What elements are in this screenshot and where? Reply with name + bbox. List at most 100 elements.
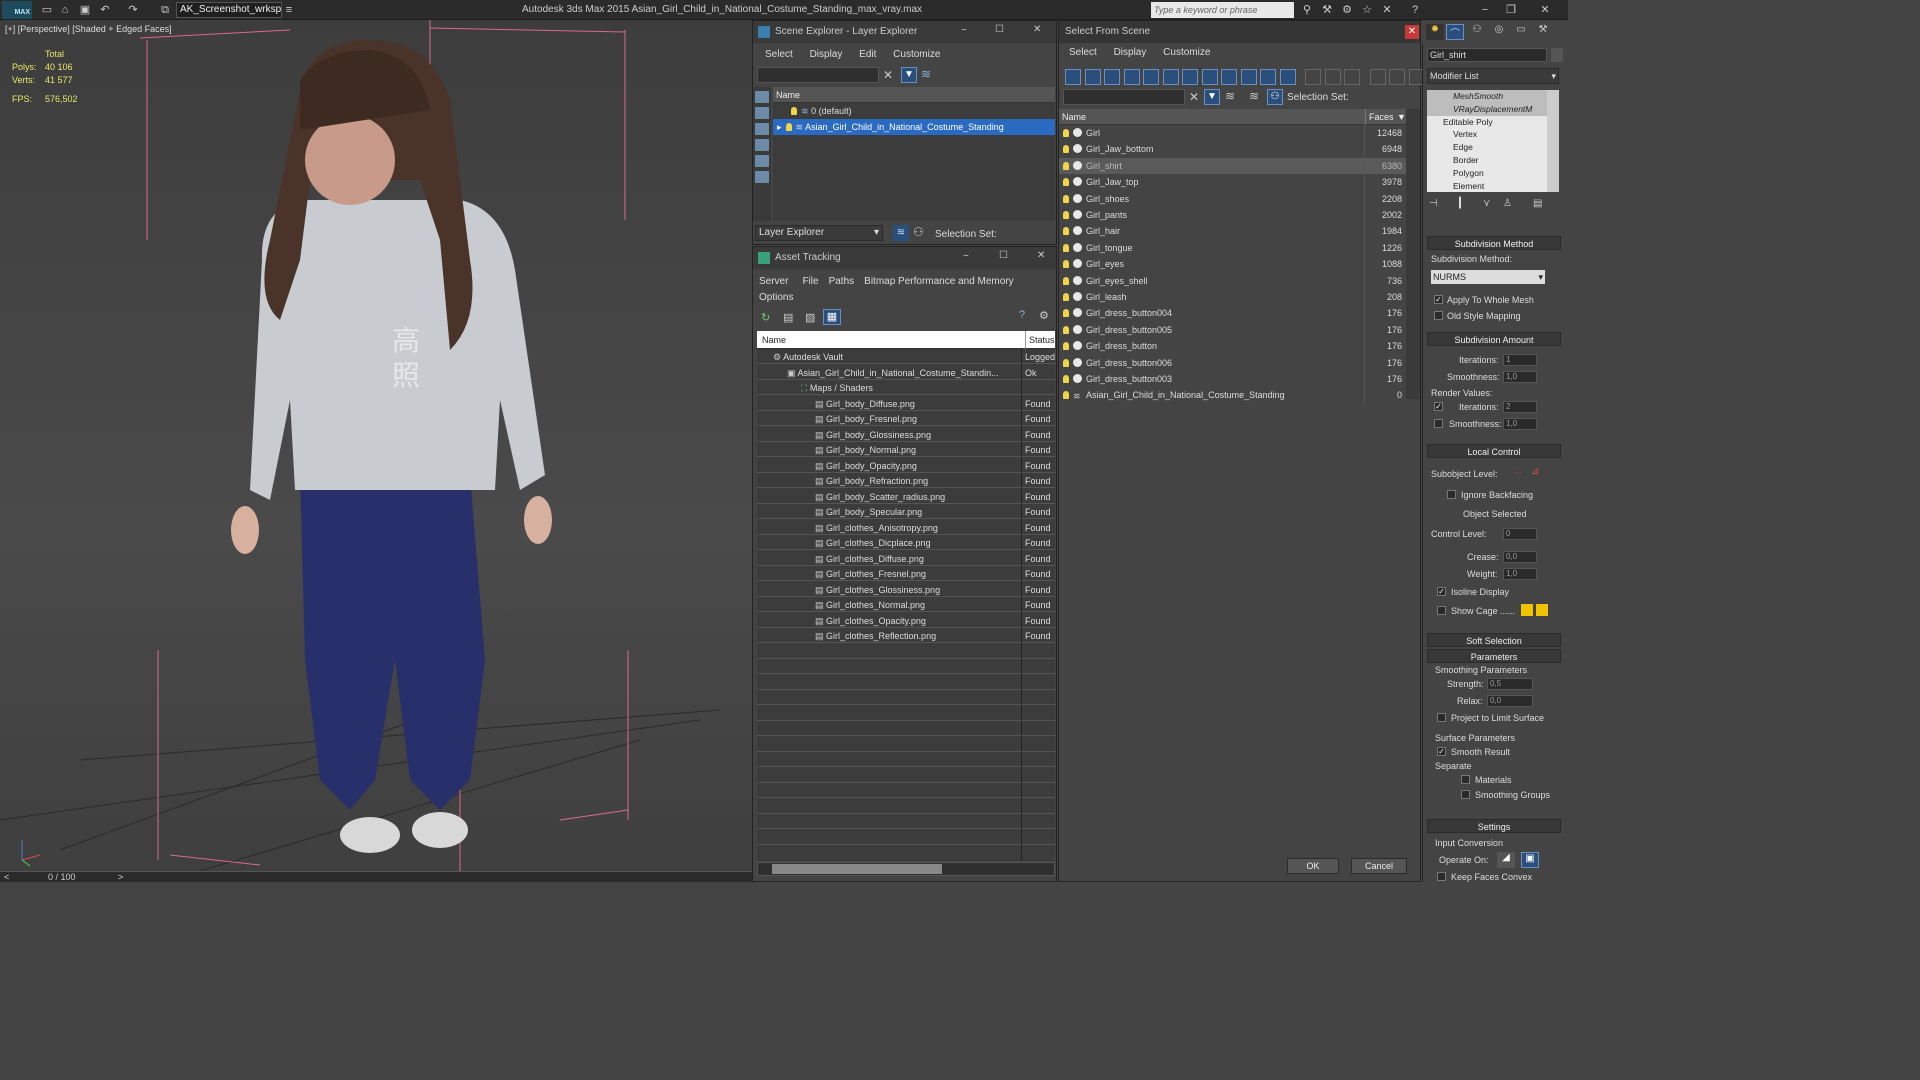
object-row[interactable]: Girl_pants 2002 (1059, 207, 1406, 223)
expand-arrow-icon[interactable]: ▸ (777, 122, 782, 132)
display-geometry-icon[interactable] (1065, 69, 1081, 85)
asset-row[interactable]: ▤ Girl_body_Normal.png Found (757, 442, 1055, 457)
favorites-star-icon[interactable]: ☆ (1360, 3, 1374, 17)
select-search-input[interactable] (1063, 89, 1185, 105)
object-row[interactable]: Girl 12468 (1059, 125, 1406, 141)
strength-spinner[interactable]: 0,5 (1487, 678, 1533, 690)
menu-customize[interactable]: Customize (1163, 47, 1210, 58)
vertex-subobject-icon[interactable]: ∴ (1515, 466, 1521, 477)
layer-visibility-icon[interactable] (785, 123, 792, 131)
time-prev-button[interactable]: < (4, 872, 9, 882)
display-containers-icon[interactable] (1240, 69, 1257, 85)
asset-tracking-minimize-icon[interactable]: − (963, 251, 969, 262)
clear-filter-icon[interactable]: ✕ (883, 68, 893, 82)
parameters-rollout[interactable]: Parameters (1427, 649, 1561, 663)
layer-row-default[interactable]: ≋ 0 (default) (773, 103, 1055, 119)
asset-tracking-close-icon[interactable]: ✕ (1037, 250, 1045, 261)
help-vault-icon[interactable]: ? (1019, 309, 1025, 321)
hierarchy-icon[interactable]: ⚇ (913, 225, 924, 239)
remove-modifier-icon[interactable]: ♙ (1503, 198, 1512, 209)
menu-display[interactable]: Display (1114, 47, 1147, 58)
modifier-stack-item[interactable]: Vertex (1427, 128, 1547, 141)
sort-arrow-icon[interactable]: ▼ (1397, 109, 1406, 125)
local-control-rollout[interactable]: Local Control (1427, 444, 1561, 458)
col-name-header[interactable]: Name (757, 335, 786, 345)
control-level-spinner[interactable]: 0 (1503, 528, 1537, 540)
iterations-spinner[interactable]: 1 (1503, 354, 1537, 366)
display-geometry-icon[interactable] (755, 91, 769, 103)
materials-checkbox[interactable] (1461, 775, 1470, 784)
visibility-bulb-icon[interactable] (1063, 358, 1069, 367)
cage-color-swatch-2[interactable] (1536, 604, 1548, 616)
visibility-bulb-icon[interactable] (1063, 375, 1069, 383)
old-style-mapping-checkbox[interactable] (1434, 311, 1443, 320)
make-unique-icon[interactable]: ⋎ (1483, 198, 1490, 209)
redo-icon[interactable]: ↷ (126, 3, 140, 17)
filter-icon[interactable]: ▼ (1204, 89, 1220, 105)
visibility-bulb-icon[interactable] (1063, 211, 1069, 219)
layer-explorer-icon[interactable]: ≋ (893, 225, 909, 241)
col-name-header[interactable]: Name (1059, 112, 1086, 122)
render-iterations-checkbox[interactable]: ✓ (1434, 402, 1443, 411)
binoculars-icon[interactable]: ⚲ (1300, 3, 1314, 17)
asset-row[interactable]: ▤ Girl_clothes_Reflection.png Found (757, 628, 1055, 643)
object-row[interactable]: ≋ Asian_Girl_Child_in_National_Costume_St… (1059, 387, 1406, 403)
refresh-icon[interactable]: ↻ (761, 311, 770, 324)
render-smoothness-spinner[interactable]: 1,0 (1503, 418, 1537, 430)
display-shapes-icon[interactable] (755, 107, 769, 119)
menu-server[interactable]: Server (759, 276, 788, 287)
menu-edit[interactable]: Edit (859, 49, 876, 60)
hierarchy-tab-icon[interactable]: ⚇ (1468, 24, 1486, 40)
minimize-window-icon[interactable]: − (1478, 3, 1492, 17)
visibility-bulb-icon[interactable] (1063, 309, 1069, 318)
render-smoothness-checkbox[interactable] (1434, 419, 1443, 428)
asset-row[interactable]: ▤ Girl_clothes_Glossiness.png Found (757, 582, 1055, 597)
asset-row[interactable]: ▤ Girl_clothes_Normal.png Found (757, 597, 1055, 612)
asset-row[interactable]: ⚙ Autodesk Vault Logged (757, 349, 1055, 364)
subdivision-amount-rollout[interactable]: Subdivision Amount (1427, 332, 1561, 346)
apply-whole-mesh-checkbox[interactable]: ✓ (1434, 295, 1443, 304)
pin-stack-icon[interactable]: ⊣ (1429, 198, 1438, 209)
weight-spinner[interactable]: 1,0 (1503, 568, 1537, 580)
object-row[interactable]: Girl_hair 1984 (1059, 223, 1406, 239)
object-color-swatch[interactable] (1551, 48, 1563, 62)
display-helpers-icon[interactable] (755, 155, 769, 167)
app-logo[interactable]: MAX (2, 1, 32, 19)
scene-explorer-filter-input[interactable] (757, 67, 879, 83)
keep-faces-convex-checkbox[interactable] (1437, 872, 1446, 881)
operate-on-faces-icon[interactable]: ◢ (1497, 852, 1515, 868)
subdivision-method-rollout[interactable]: Subdivision Method (1427, 236, 1561, 250)
modifier-stack-item[interactable]: Border (1427, 154, 1547, 167)
display-spacewarps-icon[interactable] (755, 171, 769, 183)
filter-funnel-icon[interactable]: ▼ (901, 67, 917, 83)
time-slider[interactable]: < 0 / 100 > (0, 871, 752, 882)
scene-explorer-close-icon[interactable]: ✕ (1033, 24, 1041, 35)
layer-row-asian-girl[interactable]: ▸ ≋ Asian_Girl_Child_in_National_Costume_… (773, 119, 1055, 135)
menu-paths[interactable]: Paths (829, 276, 855, 287)
isoline-display-checkbox[interactable]: ✓ (1437, 587, 1446, 596)
scene-explorer-minimize-icon[interactable]: − (961, 25, 967, 36)
asset-row[interactable]: ▤ Girl_body_Opacity.png Found (757, 458, 1055, 473)
create-tab-icon[interactable]: ✹ (1426, 24, 1444, 40)
ignore-backfacing-checkbox[interactable] (1447, 490, 1456, 499)
display-helpers-icon[interactable] (1143, 69, 1159, 85)
image-view-icon[interactable]: ▨ (805, 311, 815, 324)
undo-icon[interactable]: ↶ (98, 3, 112, 17)
visibility-bulb-icon[interactable] (1063, 342, 1069, 351)
modifier-stack-item[interactable]: VRayDisplacementM (1427, 102, 1547, 116)
layer-icon[interactable]: ≋ (1225, 89, 1235, 103)
subscription-icon[interactable]: ⚙ (1340, 3, 1354, 17)
soft-selection-rollout[interactable]: Soft Selection (1427, 633, 1561, 647)
save-file-icon[interactable]: ▣ (78, 3, 92, 17)
filter-funnel-icon[interactable] (1369, 69, 1386, 85)
project-limit-checkbox[interactable] (1437, 713, 1446, 722)
ok-button[interactable]: OK (1287, 858, 1339, 874)
settings-icon[interactable]: ⚙ (1039, 309, 1049, 322)
perspective-viewport[interactable]: 高 照 [+] [Perspective] [Shaded + Edged Fa… (0, 20, 752, 871)
menu-options[interactable]: Options (759, 292, 793, 303)
layer-tree-header[interactable]: Name (773, 87, 1055, 103)
project-folder-icon[interactable]: ⧉ (158, 3, 172, 17)
open-file-icon[interactable]: ⌂ (58, 3, 72, 17)
hierarchy-mode-icon[interactable]: ⚇ (1267, 89, 1283, 105)
asset-row[interactable]: ▤ Girl_clothes_Opacity.png Found (757, 613, 1055, 628)
